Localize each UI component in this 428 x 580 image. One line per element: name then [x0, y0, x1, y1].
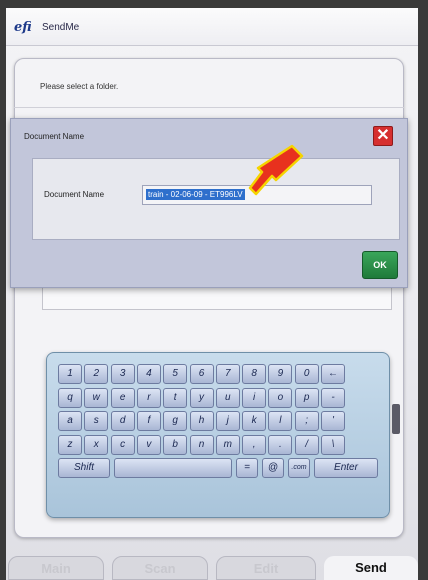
key-0-6[interactable]: 7	[215, 364, 240, 384]
key-1-4[interactable]: t	[163, 387, 188, 408]
key-2-5[interactable]: h	[189, 411, 214, 431]
key-2-0[interactable]: a	[58, 411, 82, 431]
key-1-1[interactable]: w	[84, 387, 109, 408]
top-bar: efi SendMe	[6, 8, 418, 46]
shift-key[interactable]: Shift	[58, 458, 110, 478]
key-2-10[interactable]: '	[321, 411, 345, 431]
key-3-7[interactable]: ,	[242, 434, 267, 455]
key-0-5[interactable]: 6	[189, 364, 214, 384]
key-2-6[interactable]: j	[215, 411, 240, 431]
at-key[interactable]: @	[262, 458, 284, 478]
key-3-5[interactable]: n	[189, 434, 214, 455]
key-3-3[interactable]: v	[136, 434, 161, 455]
enter-key[interactable]: Enter	[314, 458, 378, 478]
close-button[interactable]: ✕	[373, 126, 393, 146]
key-3-1[interactable]: x	[84, 434, 109, 455]
key-2-2[interactable]: d	[110, 411, 135, 431]
ok-button[interactable]: OK	[362, 251, 398, 279]
key-3-4[interactable]: b	[163, 434, 188, 455]
key-0-4[interactable]: 5	[163, 364, 188, 384]
key-1-3[interactable]: r	[136, 387, 161, 408]
key-1-6[interactable]: u	[215, 387, 240, 408]
tab-edit[interactable]: Edit	[216, 556, 316, 580]
key-1-8[interactable]: o	[268, 387, 293, 408]
key-2-9[interactable]: ;	[294, 411, 319, 431]
key-2-7[interactable]: k	[242, 411, 267, 431]
key-3-6[interactable]: m	[215, 434, 240, 455]
app-title: SendMe	[42, 22, 80, 33]
key-0-9[interactable]: 0	[294, 364, 319, 384]
document-name-selected-text[interactable]: train - 02-06-09 - ET996LV	[146, 189, 245, 200]
key-1-9[interactable]: p	[294, 387, 319, 408]
equals-key[interactable]: =	[236, 458, 258, 478]
key-0-8[interactable]: 9	[268, 364, 293, 384]
key-0-7[interactable]: 8	[242, 364, 267, 384]
select-folder-prompt: Please select a folder.	[40, 82, 119, 91]
key-2-1[interactable]: s	[84, 411, 109, 431]
key-2-8[interactable]: l	[268, 411, 293, 431]
key-1-2[interactable]: e	[110, 387, 135, 408]
key-0-0[interactable]: 1	[58, 364, 82, 384]
key-3-0[interactable]: z	[58, 434, 82, 455]
key-0-10[interactable]: ←	[321, 364, 345, 384]
bottom-tab-bar: Main Scan Edit Send	[6, 556, 418, 580]
key-3-9[interactable]: /	[294, 434, 319, 455]
side-scroll-handle[interactable]	[392, 404, 400, 434]
tab-send[interactable]: Send	[324, 556, 418, 580]
key-1-0[interactable]: q	[58, 387, 82, 408]
dotcom-key[interactable]: .com	[288, 458, 310, 478]
key-0-3[interactable]: 4	[136, 364, 161, 384]
pointer-arrow-icon	[248, 144, 304, 196]
key-2-3[interactable]: f	[136, 411, 161, 431]
space-key[interactable]	[114, 458, 232, 478]
efi-logo: efi	[14, 20, 32, 35]
key-3-10[interactable]: \	[321, 434, 345, 455]
dialog-title: Document Name	[24, 132, 85, 141]
key-0-1[interactable]: 2	[84, 364, 109, 384]
key-1-7[interactable]: i	[242, 387, 267, 408]
key-3-8[interactable]: .	[268, 434, 293, 455]
key-3-2[interactable]: c	[110, 434, 135, 455]
key-1-10[interactable]: -	[321, 387, 345, 408]
key-2-4[interactable]: g	[163, 411, 188, 431]
tab-scan[interactable]: Scan	[112, 556, 208, 580]
document-name-label: Document Name	[44, 190, 105, 199]
key-0-2[interactable]: 3	[110, 364, 135, 384]
close-icon: ✕	[376, 127, 390, 144]
key-1-5[interactable]: y	[189, 387, 214, 408]
tab-main[interactable]: Main	[8, 556, 104, 580]
